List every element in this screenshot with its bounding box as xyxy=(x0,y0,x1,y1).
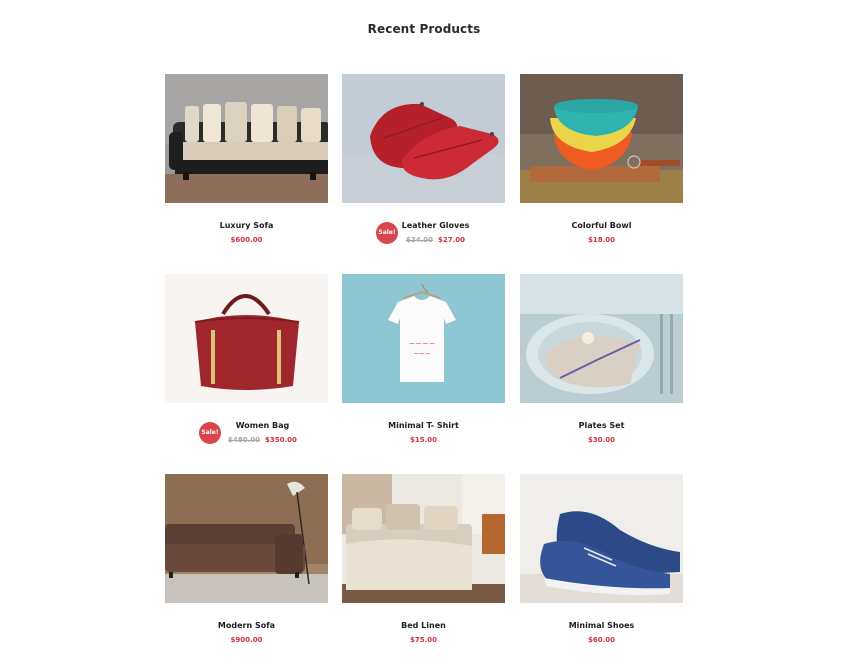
product-card-minimal-shoes[interactable]: Minimal Shoes $60.00 xyxy=(520,474,683,654)
gloves-image xyxy=(342,74,505,203)
product-name[interactable]: Minimal Shoes xyxy=(520,621,683,630)
plates-image xyxy=(520,274,683,403)
bed-image xyxy=(342,474,505,603)
bag-image xyxy=(165,274,328,403)
product-name[interactable]: Leather Gloves xyxy=(354,221,517,230)
bowl-image xyxy=(520,74,683,203)
section-title: Recent Products xyxy=(367,22,481,36)
product-card-minimal-t-shirt[interactable]: ~~~~ ~~~ Minimal T- Shirt $15.00 xyxy=(342,274,505,454)
current-price: $27.00 xyxy=(438,236,466,244)
product-price: $15.00 xyxy=(342,436,505,444)
product-image-luxury-sofa[interactable] xyxy=(165,74,328,203)
old-price: $34.00 xyxy=(405,236,433,244)
product-price: $60.00 xyxy=(520,636,683,644)
product-card-modern-sofa[interactable]: Modern Sofa $900.00 xyxy=(165,474,328,654)
product-price: $900.00 xyxy=(165,636,328,644)
product-card-bed-linen[interactable]: Bed Linen $75.00 xyxy=(342,474,505,654)
product-name[interactable]: Women Bag xyxy=(181,421,344,430)
current-price: $30.00 xyxy=(587,436,615,444)
product-price: $600.00 xyxy=(165,236,328,244)
product-image-colorful-bowl[interactable] xyxy=(520,74,683,203)
product-name[interactable]: Minimal T- Shirt xyxy=(342,421,505,430)
current-price: $350.00 xyxy=(265,436,297,444)
modern-sofa-image xyxy=(165,474,328,603)
product-name[interactable]: Luxury Sofa xyxy=(165,221,328,230)
product-price: $34.00 $27.00 xyxy=(354,236,517,244)
product-image-plates-set[interactable] xyxy=(520,274,683,403)
product-image-minimal-t-shirt[interactable]: ~~~~ ~~~ xyxy=(342,274,505,403)
product-image-modern-sofa[interactable] xyxy=(165,474,328,603)
current-price: $900.00 xyxy=(230,636,263,644)
product-name[interactable]: Colorful Bowl xyxy=(520,221,683,230)
current-price: $600.00 xyxy=(230,236,263,244)
tshirt-image: ~~~~ ~~~ xyxy=(342,274,505,403)
product-name[interactable]: Modern Sofa xyxy=(165,621,328,630)
product-card-women-bag[interactable]: Sale! Women Bag $480.00 $350.00 xyxy=(165,274,328,454)
product-price: $480.00 $350.00 xyxy=(181,436,344,444)
current-price: $15.00 xyxy=(409,436,437,444)
product-price: $30.00 xyxy=(520,436,683,444)
product-card-luxury-sofa[interactable]: Luxury Sofa $600.00 xyxy=(165,74,328,254)
product-price: $18.00 xyxy=(520,236,683,244)
old-price: $480.00 xyxy=(228,436,260,444)
current-price: $75.00 xyxy=(409,636,437,644)
product-image-women-bag[interactable] xyxy=(165,274,328,403)
product-image-minimal-shoes[interactable] xyxy=(520,474,683,603)
product-name[interactable]: Plates Set xyxy=(520,421,683,430)
product-image-leather-gloves[interactable] xyxy=(342,74,505,203)
svg-text:~~~: ~~~ xyxy=(413,350,431,358)
shoes-image xyxy=(520,474,683,603)
product-card-colorful-bowl[interactable]: Colorful Bowl $18.00 xyxy=(520,74,683,254)
current-price: $60.00 xyxy=(587,636,615,644)
product-card-plates-set[interactable]: Plates Set $30.00 xyxy=(520,274,683,454)
current-price: $18.00 xyxy=(587,236,615,244)
product-name[interactable]: Bed Linen xyxy=(342,621,505,630)
svg-text:~~~~: ~~~~ xyxy=(409,339,436,348)
product-card-leather-gloves[interactable]: Sale! Leather Gloves $34.00 $27.00 xyxy=(342,74,505,254)
product-price: $75.00 xyxy=(342,636,505,644)
sofa-image xyxy=(165,74,328,203)
product-image-bed-linen[interactable] xyxy=(342,474,505,603)
